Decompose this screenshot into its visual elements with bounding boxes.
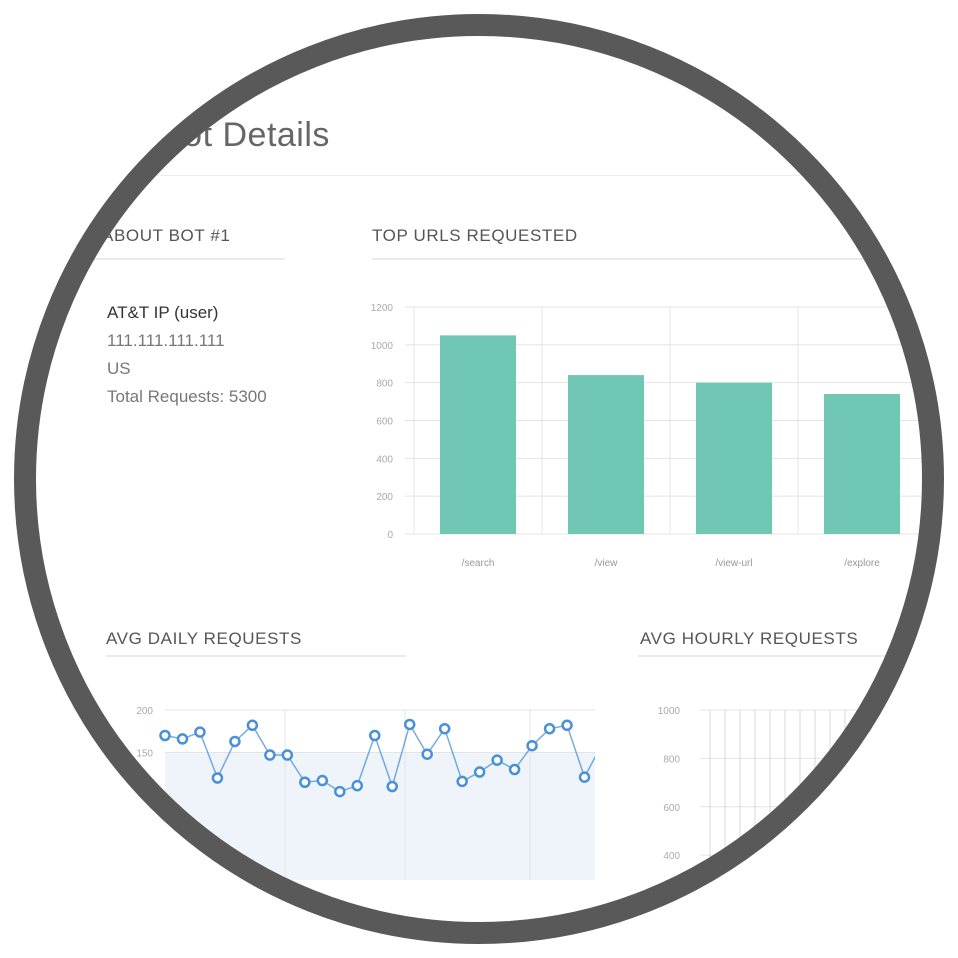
daily-divider — [106, 655, 406, 657]
data-point — [491, 754, 503, 766]
y-tick-label: 1200 — [371, 303, 394, 314]
data-point — [473, 766, 486, 778]
magnified-dashboard: Bot Details ABOUT BOT #1 AT&T IP (user) … — [0, 0, 958, 958]
data-point — [229, 735, 241, 748]
data-point — [438, 722, 451, 735]
data-point — [281, 749, 294, 761]
y-tick-label: 1000 — [371, 341, 394, 352]
y-tick-label: 1000 — [658, 706, 681, 717]
y-tick-label: 200 — [376, 492, 393, 503]
x-tick-label: /explore — [844, 558, 880, 569]
bar — [440, 335, 516, 534]
data-point — [386, 780, 398, 793]
y-tick-label: 400 — [663, 851, 680, 862]
data-point — [456, 775, 468, 788]
data-point — [334, 785, 346, 798]
page-title: Bot Details — [160, 116, 330, 154]
data-point — [211, 772, 224, 784]
data-point — [194, 726, 206, 738]
top-urls-heading: TOP URLS REQUESTED — [372, 226, 578, 245]
data-point — [403, 718, 416, 731]
data-point — [526, 739, 538, 752]
x-tick-label: /view — [595, 558, 619, 569]
data-point — [316, 774, 329, 787]
data-point — [369, 729, 381, 742]
hourly-divider — [638, 655, 938, 657]
y-tick-label: 600 — [376, 417, 393, 428]
bot-country: US — [107, 359, 131, 378]
data-point — [543, 722, 556, 735]
title-divider — [60, 175, 920, 176]
hourly-requests-chart: 400 600 800 1000 — [658, 706, 938, 890]
data-point — [578, 771, 591, 783]
data-point — [264, 749, 276, 761]
data-point — [159, 729, 171, 742]
x-tick-label: /search — [462, 558, 495, 569]
bot-isp: AT&T IP (user) — [107, 303, 219, 322]
about-bot-heading: ABOUT BOT #1 — [102, 226, 231, 245]
data-point — [299, 776, 311, 788]
x-tick-label: /view-url — [715, 558, 752, 569]
top-urls-divider — [372, 258, 932, 260]
bar — [824, 394, 900, 534]
y-tick-label: 800 — [376, 379, 393, 390]
bot-ip: 111.111.111.111 — [107, 331, 225, 350]
daily-requests-heading: AVG DAILY REQUESTS — [106, 629, 302, 648]
top-urls-chart: 0 200 400 600 800 1000 1200/search/view/view-u… — [371, 303, 938, 569]
data-point — [351, 779, 364, 792]
y-tick-label: 400 — [376, 454, 393, 465]
hourly-requests-heading: AVG HOURLY REQUESTS — [640, 629, 859, 648]
y-tick-label: 0 — [387, 530, 393, 541]
bot-total-requests: Total Requests: 5300 — [107, 387, 267, 406]
y-tick-label: 200 — [136, 706, 153, 717]
data-point — [508, 763, 521, 776]
bot-info: AT&T IP (user) 111.111.111.111 US Total … — [107, 299, 267, 411]
about-divider — [80, 258, 285, 260]
y-tick-label: 150 — [136, 749, 153, 760]
y-tick-label: 600 — [663, 803, 680, 814]
data-point — [246, 719, 259, 732]
magnifier-lens: Bot Details ABOUT BOT #1 AT&T IP (user) … — [20, 20, 938, 938]
data-point — [176, 733, 189, 745]
data-point — [561, 719, 573, 732]
y-tick-label: 800 — [663, 754, 680, 765]
bar — [568, 375, 644, 534]
daily-requests-chart: 150 200 — [136, 706, 595, 880]
bar — [696, 382, 772, 534]
data-point — [421, 748, 433, 760]
